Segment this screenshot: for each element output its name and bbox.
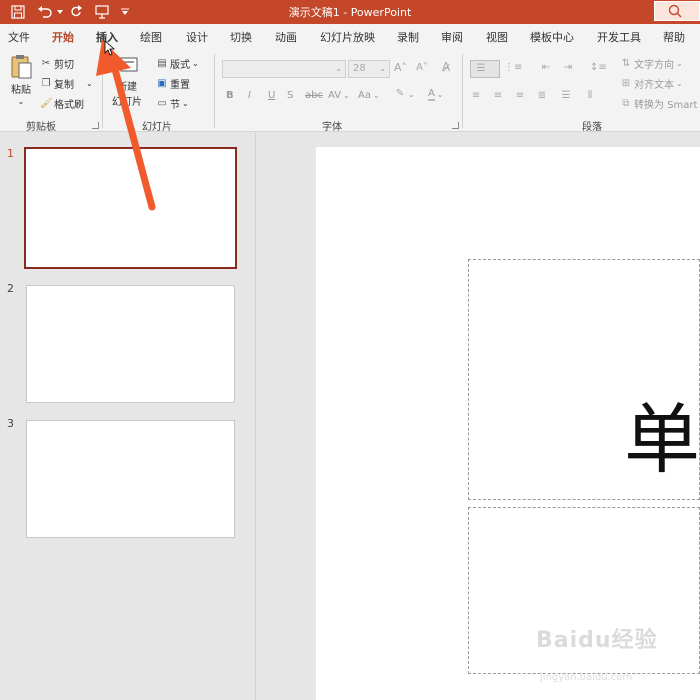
annotation-arrow: [96, 40, 156, 211]
mouse-cursor-icon: [104, 40, 116, 56]
